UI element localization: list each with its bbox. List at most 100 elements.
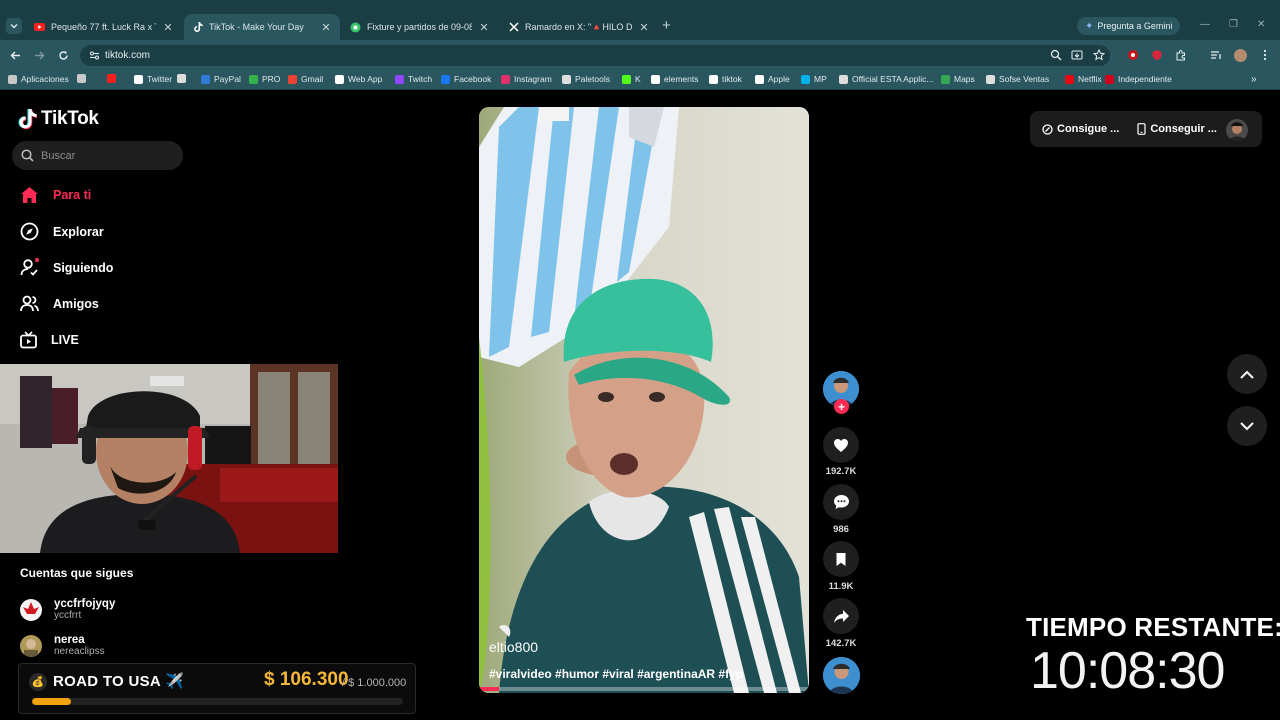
media-control-icon[interactable] xyxy=(1210,49,1222,61)
bookmark-star-icon[interactable] xyxy=(1093,49,1105,61)
timer-label: TIEMPO RESTANTE: xyxy=(1026,612,1280,642)
tab-title: Ramardo en X: "🔺HILO DEFINITI xyxy=(525,21,632,32)
tab-title: TikTok - Make Your Day xyxy=(209,22,304,32)
bookmark-item[interactable]: Sofse Ventas xyxy=(986,74,1049,84)
bookmark-item[interactable]: Apple xyxy=(755,74,790,84)
tab-search-button[interactable] xyxy=(6,18,22,34)
forward-button[interactable] xyxy=(32,48,46,62)
install-app-icon[interactable] xyxy=(1071,49,1083,61)
nav-live[interactable]: LIVE xyxy=(20,331,79,349)
profile-avatar[interactable] xyxy=(1234,49,1247,62)
follow-plus-button[interactable]: + xyxy=(834,399,849,414)
search-input[interactable]: Buscar xyxy=(12,141,183,170)
zoom-icon[interactable] xyxy=(1050,49,1062,61)
bookmark-item[interactable] xyxy=(177,74,190,83)
gemini-icon: ✦ xyxy=(1085,20,1094,32)
bookmark-item[interactable]: PRO xyxy=(249,74,280,84)
like-button[interactable] xyxy=(823,427,859,463)
video-caption[interactable]: #viralvideo #humor #viral #argentinaAR #… xyxy=(489,667,743,681)
bookmark-item[interactable]: Official ESTA Applic... xyxy=(839,74,933,84)
bookmark-item[interactable]: Aplicaciones xyxy=(8,74,69,84)
bookmark-item[interactable]: Web App xyxy=(335,74,382,84)
bookmark-item[interactable]: Facebook xyxy=(441,74,491,84)
bookmark-item[interactable]: tiktok xyxy=(709,74,742,84)
restore-icon[interactable]: ❐ xyxy=(1229,19,1238,30)
get-coins-button[interactable]: Consigue ... xyxy=(1030,123,1119,135)
bookmark-item[interactable]: Netflix xyxy=(1065,74,1102,84)
bookmark-item[interactable]: Maps xyxy=(941,74,975,84)
following-heading: Cuentas que sigues xyxy=(20,566,134,580)
extensions-icon[interactable] xyxy=(1175,49,1187,61)
globe-icon xyxy=(177,74,186,83)
address-bar[interactable]: tiktok.com xyxy=(80,45,1110,66)
bookmark-item[interactable] xyxy=(107,74,120,83)
netflix-icon xyxy=(1065,74,1074,84)
bookmark-item[interactable]: Independiente xyxy=(1105,74,1172,84)
bookmark-item[interactable]: MP xyxy=(801,74,827,84)
goal-progress-bar xyxy=(32,698,403,705)
tab-tiktok[interactable]: TikTok - Make Your Day ✕ xyxy=(184,14,340,40)
close-icon[interactable]: ✕ xyxy=(478,21,490,34)
bookmark-icon xyxy=(836,552,846,566)
previous-video-button[interactable] xyxy=(1227,354,1267,394)
bookmark-item[interactable]: Twitter xyxy=(134,74,172,84)
gemini-button[interactable]: ✦ Pregunta a Gemini xyxy=(1077,17,1181,35)
more-bookmarks-icon[interactable]: » xyxy=(1251,74,1257,85)
reload-button[interactable] xyxy=(56,48,70,62)
music-disc-avatar[interactable] xyxy=(823,657,860,694)
minimize-icon[interactable]: — xyxy=(1200,19,1210,30)
bookmark-label: Netflix xyxy=(1078,74,1102,84)
next-video-button[interactable] xyxy=(1227,406,1267,446)
twitch-icon xyxy=(395,74,404,84)
bookmark-item[interactable]: Twitch xyxy=(395,74,432,84)
nav-amigos[interactable]: Amigos xyxy=(20,294,99,313)
following-account[interactable]: yccfrfojyqy yccfrrt xyxy=(20,598,115,621)
bookmark-item[interactable]: Instagram xyxy=(501,74,552,84)
site-info-icon[interactable] xyxy=(89,50,100,61)
get-app-label: Conseguir ... xyxy=(1150,123,1217,135)
bookmark-item[interactable]: K xyxy=(622,74,641,84)
bookmark-label: tiktok xyxy=(722,74,742,84)
share-count: 142.7K xyxy=(825,638,857,649)
nav-siguiendo[interactable]: Siguiendo xyxy=(20,258,113,277)
video-username[interactable]: eltio800 xyxy=(489,639,538,655)
get-app-button[interactable]: Conseguir ... xyxy=(1119,123,1217,135)
back-button[interactable] xyxy=(8,48,22,62)
independiente-icon xyxy=(1105,74,1114,84)
save-button[interactable] xyxy=(823,541,859,577)
goal-title: ROAD TO USA ✈️ xyxy=(53,673,184,690)
following-account[interactable]: nerea nereaclipss xyxy=(20,634,105,657)
tab-x[interactable]: Ramardo en X: "🔺HILO DEFINITI ✕ xyxy=(500,14,658,40)
tab-youtube[interactable]: Pequeño 77 ft. Luck Ra x Tobi - Te ✕ xyxy=(26,14,182,40)
bookmark-item[interactable]: Paletools xyxy=(562,74,610,84)
extension-shield-icon[interactable] xyxy=(1151,49,1163,61)
close-icon[interactable]: ✕ xyxy=(162,21,174,34)
extension-red-icon[interactable] xyxy=(1127,49,1139,61)
nav-label: Explorar xyxy=(53,224,104,239)
video-player[interactable]: eltio800 #viralvideo #humor #viral #arge… xyxy=(479,107,809,693)
user-avatar[interactable] xyxy=(1226,119,1248,141)
comment-button[interactable] xyxy=(823,484,859,520)
video-progress-bar[interactable] xyxy=(479,687,809,691)
bookmark-item[interactable] xyxy=(77,74,90,83)
tiktok-logo[interactable]: TikTok xyxy=(17,108,99,130)
tab-fixture[interactable]: Fixture y partidos de 09-08-2024 ✕ xyxy=(342,14,498,40)
bookmark-item[interactable]: PayPal xyxy=(201,74,241,84)
window-close-icon[interactable]: ✕ xyxy=(1257,19,1265,30)
friends-icon xyxy=(20,295,39,312)
nav-label: LIVE xyxy=(51,333,79,347)
close-icon[interactable]: ✕ xyxy=(320,21,332,34)
close-icon[interactable]: ✕ xyxy=(638,21,650,34)
bookmark-label: Official ESTA Applic... xyxy=(852,74,934,84)
home-icon xyxy=(21,187,38,203)
new-tab-button[interactable]: + xyxy=(662,18,671,34)
bookmark-item[interactable]: elements xyxy=(651,74,699,84)
bookmark-label: PayPal xyxy=(214,74,241,84)
bookmark-item[interactable]: Gmail xyxy=(288,74,323,84)
nav-explorar[interactable]: Explorar xyxy=(20,222,104,241)
kebab-menu-icon[interactable] xyxy=(1259,49,1271,61)
nav-label: Amigos xyxy=(53,296,99,311)
arrow-right-icon xyxy=(34,51,44,59)
nav-para-ti[interactable]: Para ti xyxy=(20,186,91,204)
share-button[interactable] xyxy=(823,598,859,634)
